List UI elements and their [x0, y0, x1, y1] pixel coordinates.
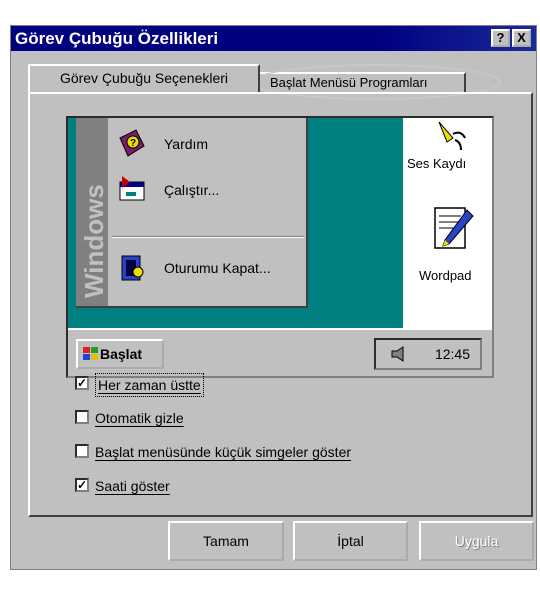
apply-button[interactable]: Uygula — [419, 521, 534, 561]
ok-button[interactable]: Tamam — [168, 521, 284, 561]
clock-text: 12:45 — [434, 346, 470, 362]
system-tray: 12:45 — [374, 338, 482, 370]
option-label: Saati göster — [95, 478, 170, 494]
desktop-icon-label: Wordpad — [419, 268, 472, 283]
properties-dialog: Görev Çubuğu Özellikleri ? X Görev Çubuğ… — [10, 25, 537, 570]
menu-separator — [112, 236, 304, 238]
svg-text:?: ? — [130, 138, 136, 149]
taskbar-preview: Ses Kaydı Wordpad Windows ? Yardım Çalış… — [66, 116, 494, 378]
menu-item-label: Çalıştır... — [164, 182, 220, 198]
help-button[interactable]: ? — [491, 29, 510, 47]
close-button[interactable]: X — [512, 29, 531, 47]
sound-recorder-icon — [438, 121, 466, 151]
banner-text: Windows — [79, 184, 109, 298]
menu-item-label: Oturumu Kapat... — [164, 260, 271, 276]
wordpad-icon — [434, 207, 474, 249]
checkbox-unchecked[interactable] — [75, 410, 89, 424]
windows-flag-icon — [83, 347, 98, 360]
checkbox-unchecked[interactable] — [75, 444, 89, 458]
start-menu-banner: Windows — [76, 118, 109, 306]
option-label: Başlat menüsünde küçük simgeler göster — [95, 444, 352, 460]
start-button-preview: Başlat — [76, 339, 164, 369]
option-label: Otomatik gizle — [95, 410, 184, 426]
start-label: Başlat — [100, 346, 143, 362]
log-off-icon — [121, 255, 144, 281]
tab-start-menu-programs[interactable]: Başlat Menüsü Programları — [260, 72, 466, 94]
tab-label: Görev Çubuğu Seçenekleri — [59, 70, 229, 86]
run-icon — [119, 176, 145, 201]
checkbox-checked[interactable]: ✓ — [75, 376, 89, 390]
title-bar: Görev Çubuğu Özellikleri ? X — [11, 26, 536, 51]
checkbox-checked[interactable]: ✓ — [75, 478, 89, 492]
taskbar-preview-bar: Başlat 12:45 — [68, 328, 492, 376]
speaker-icon — [391, 346, 404, 362]
window-title: Görev Çubuğu Özellikleri — [15, 29, 219, 48]
tab-taskbar-options[interactable]: Görev Çubuğu Seçenekleri — [28, 64, 260, 92]
menu-item-label: Yardım — [164, 136, 209, 152]
desktop-icon-label: Ses Kaydı — [407, 156, 467, 171]
tab-label: Başlat Menüsü Programları — [270, 75, 428, 90]
help-book-icon: ? — [119, 129, 145, 157]
option-label: Her zaman üstte — [95, 373, 204, 397]
start-menu-preview: Windows ? Yardım Çalıştır... Oturumu Kap… — [76, 118, 308, 308]
cancel-button[interactable]: İptal — [293, 521, 408, 561]
desktop-preview: Ses Kaydı Wordpad — [403, 118, 492, 328]
